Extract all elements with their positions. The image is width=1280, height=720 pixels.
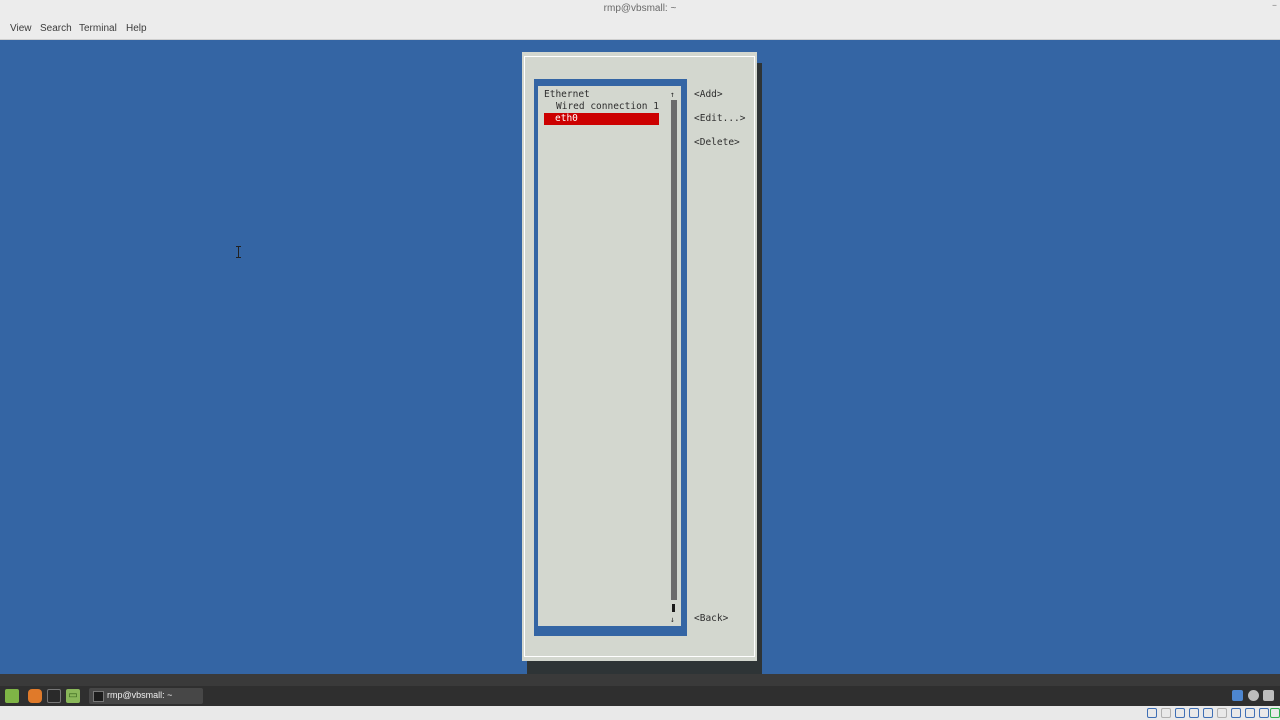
taskbar-window-label: rmp@vbsmall: ~ (107, 690, 173, 700)
terminal-icon[interactable] (47, 689, 61, 703)
desktop-edge (0, 674, 1280, 686)
vm-network-icon[interactable] (1189, 708, 1199, 718)
title-bar: rmp@vbsmall: ~ – (0, 0, 1280, 20)
vm-audio-icon[interactable] (1161, 708, 1171, 718)
window-title: rmp@vbsmall: ~ (603, 3, 677, 14)
vm-shared-folder-icon[interactable] (1203, 708, 1213, 718)
minimize-icon[interactable]: – (1272, 0, 1277, 11)
menu-bar: View Search Terminal Help (0, 20, 1280, 40)
vm-usb-icon[interactable] (1175, 708, 1185, 718)
back-button[interactable]: <Back> (694, 613, 728, 624)
menu-search[interactable]: Search (40, 23, 72, 34)
connection-list[interactable] (538, 86, 681, 626)
vm-optical-icon[interactable] (1147, 708, 1157, 718)
edit-button[interactable]: <Edit...> (694, 113, 745, 124)
menu-terminal[interactable]: Terminal (79, 23, 117, 34)
vm-mouse-icon[interactable] (1259, 708, 1269, 718)
network-icon[interactable] (1263, 690, 1274, 701)
connection-eth0-label: eth0 (555, 113, 578, 124)
scrollbar-track[interactable] (671, 100, 677, 600)
vm-status-bar (0, 706, 1280, 720)
user-icon[interactable] (1248, 690, 1259, 701)
menu-view[interactable]: View (10, 23, 32, 34)
files-icon-glyph: ▭ (68, 690, 78, 701)
shield-icon[interactable] (1232, 690, 1243, 701)
add-button[interactable]: <Add> (694, 89, 723, 100)
vm-cpu-icon[interactable] (1245, 708, 1255, 718)
vm-capture-icon[interactable] (1231, 708, 1241, 718)
menu-icon[interactable] (5, 689, 19, 703)
taskbar-window-terminal[interactable]: rmp@vbsmall: ~ (89, 688, 203, 704)
delete-button[interactable]: <Delete> (694, 137, 740, 148)
files-icon[interactable]: ▭ (66, 689, 80, 703)
vm-host-key-icon[interactable] (1270, 708, 1280, 718)
category-ethernet: Ethernet (544, 89, 590, 100)
scrollbar-thumb[interactable] (672, 604, 675, 612)
vm-display-icon[interactable] (1217, 708, 1227, 718)
connection-wired-1[interactable]: Wired connection 1 (556, 101, 659, 113)
terminal-window-icon (93, 691, 104, 702)
ibeam-cursor-icon (236, 246, 241, 258)
menu-help[interactable]: Help (126, 23, 147, 34)
scroll-down-icon[interactable]: ↓ (670, 614, 675, 626)
firefox-icon[interactable] (28, 689, 42, 703)
connection-eth0-selected[interactable]: eth0 (544, 113, 659, 125)
